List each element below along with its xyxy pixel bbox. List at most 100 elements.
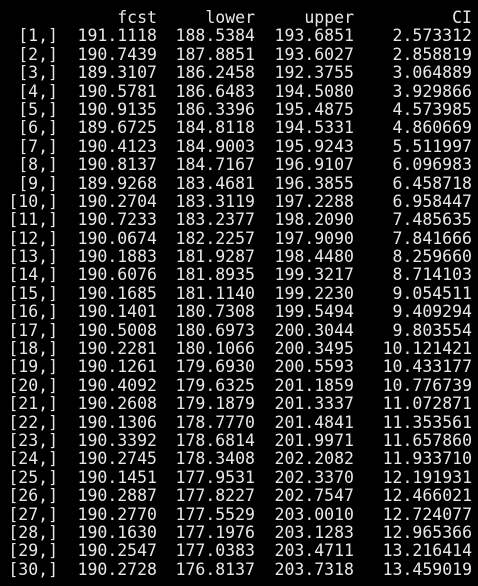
ci-value: 11.353561	[382, 412, 472, 432]
upper-value: 195.4875	[274, 99, 354, 119]
fcst-value: 190.2704	[77, 191, 157, 211]
fcst-value: 190.2608	[77, 394, 157, 414]
fcst-value: 189.9268	[77, 173, 157, 193]
fcst-value: 190.1630	[77, 522, 157, 542]
table-row: [18,] 190.2281 180.1066 200.3495 10.121421	[0, 339, 478, 359]
fcst-value: 190.2770	[77, 504, 157, 524]
row-index: [21,]	[8, 394, 58, 414]
row-index: [8,]	[18, 155, 58, 175]
upper-value: 201.9971	[274, 430, 354, 450]
ci-value: 7.841666	[392, 228, 472, 248]
fcst-value: 191.1118	[77, 26, 157, 46]
ci-value: 4.860669	[392, 118, 472, 138]
upper-value: 203.1283	[274, 522, 354, 542]
upper-value: 195.9243	[274, 136, 354, 156]
table-row: [21,] 190.2608 179.1879 201.3337 11.072871	[0, 394, 478, 414]
table-row: [8,] 190.8137 184.7167 196.9107 6.096983	[0, 155, 478, 175]
row-index: [23,]	[8, 430, 58, 450]
lower-value: 177.0383	[175, 541, 255, 561]
lower-value: 178.3408	[175, 449, 255, 469]
ci-value: 10.433177	[382, 357, 472, 377]
row-index: [26,]	[8, 486, 58, 506]
fcst-value: 190.8137	[77, 155, 157, 175]
ci-value: 2.858819	[392, 44, 472, 64]
ci-value: 9.803554	[392, 320, 472, 340]
fcst-value: 190.1883	[77, 247, 157, 267]
row-index: [25,]	[8, 467, 58, 487]
ci-value: 12.724077	[382, 504, 472, 524]
table-row: [4,] 190.5781 186.6483 194.5080 3.929866	[0, 81, 478, 101]
ci-value: 8.259660	[392, 247, 472, 267]
table-row: [16,] 190.1401 180.7308 199.5494 9.409294	[0, 302, 478, 322]
row-index: [27,]	[8, 504, 58, 524]
upper-value: 202.3370	[274, 467, 354, 487]
ci-value: 10.121421	[382, 339, 472, 359]
ci-value: 13.216414	[382, 541, 472, 561]
fcst-value: 190.3392	[77, 430, 157, 450]
table-row: [15,] 190.1685 181.1140 199.2230 9.054511	[0, 283, 478, 303]
table-row: [6,] 189.6725 184.8118 194.5331 4.860669	[0, 118, 478, 138]
ci-value: 12.965366	[382, 522, 472, 542]
row-index: [15,]	[8, 283, 58, 303]
ci-value: 9.409294	[392, 302, 472, 322]
upper-value: 193.6851	[274, 26, 354, 46]
row-index: [12,]	[8, 228, 58, 248]
lower-value: 184.7167	[175, 155, 255, 175]
upper-value: 199.3217	[274, 265, 354, 285]
row-index: [10,]	[8, 191, 58, 211]
fcst-value: 190.9135	[77, 99, 157, 119]
lower-value: 178.7770	[175, 412, 255, 432]
header-ci: CI	[452, 8, 472, 27]
fcst-value: 190.5008	[77, 320, 157, 340]
ci-value: 8.714103	[392, 265, 472, 285]
ci-value: 6.096983	[392, 155, 472, 175]
row-index: [17,]	[8, 320, 58, 340]
lower-value: 180.7308	[175, 302, 255, 322]
row-index: [28,]	[8, 522, 58, 542]
lower-value: 178.6814	[175, 430, 255, 450]
lower-value: 179.6930	[175, 357, 255, 377]
fcst-value: 190.2728	[77, 559, 157, 579]
fcst-value: 190.4092	[77, 375, 157, 395]
table-header-row: fcst lower upper CI	[0, 8, 478, 27]
row-index: [4,]	[18, 81, 58, 101]
row-index: [2,]	[18, 44, 58, 64]
lower-value: 184.8118	[175, 118, 255, 138]
ci-value: 3.064889	[392, 63, 472, 83]
lower-value: 177.8227	[175, 486, 255, 506]
row-index: [5,]	[18, 99, 58, 119]
upper-value: 200.3044	[274, 320, 354, 340]
lower-value: 180.1066	[175, 339, 255, 359]
table-row: [13,] 190.1883 181.9287 198.4480 8.259660	[0, 247, 478, 267]
table-row: [1,] 191.1118 188.5384 193.6851 2.573312	[0, 26, 478, 46]
table-row: [10,] 190.2704 183.3119 197.2288 6.958447	[0, 191, 478, 211]
upper-value: 199.5494	[274, 302, 354, 322]
lower-value: 176.8137	[175, 559, 255, 579]
upper-value: 198.2090	[274, 210, 354, 230]
ci-value: 6.458718	[392, 173, 472, 193]
lower-value: 181.8935	[175, 265, 255, 285]
row-index: [1,]	[18, 26, 58, 46]
lower-value: 181.9287	[175, 247, 255, 267]
ci-value: 2.573312	[392, 26, 472, 46]
table-row: [30,] 190.2728 176.8137 203.7318 13.459019	[0, 559, 478, 579]
row-index: [20,]	[8, 375, 58, 395]
upper-value: 203.4711	[274, 541, 354, 561]
fcst-value: 190.1261	[77, 357, 157, 377]
upper-value: 203.0010	[274, 504, 354, 524]
row-index: [14,]	[8, 265, 58, 285]
ci-value: 10.776739	[382, 375, 472, 395]
ci-value: 11.657860	[382, 430, 472, 450]
table-row: [20,] 190.4092 179.6325 201.1859 10.776739	[0, 375, 478, 395]
ci-value: 3.929866	[392, 81, 472, 101]
table-row: [29,] 190.2547 177.0383 203.4711 13.216414	[0, 541, 478, 561]
table-row: [23,] 190.3392 178.6814 201.9971 11.657860	[0, 430, 478, 450]
row-index: [3,]	[18, 63, 58, 83]
table-row: [3,] 189.3107 186.2458 192.3755 3.064889	[0, 63, 478, 83]
table-row: [12,] 190.0674 182.2257 197.9090 7.841666	[0, 228, 478, 248]
table-row: [11,] 190.7233 183.2377 198.2090 7.485635	[0, 210, 478, 230]
row-index: [13,]	[8, 247, 58, 267]
lower-value: 183.2377	[175, 210, 255, 230]
row-index: [18,]	[8, 339, 58, 359]
ci-value: 4.573985	[392, 99, 472, 119]
